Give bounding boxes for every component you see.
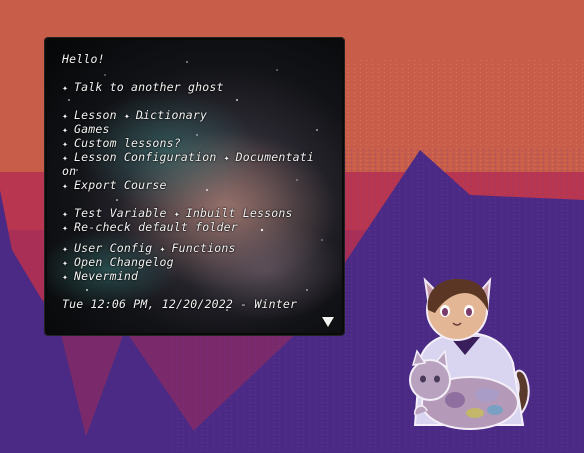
ghost-character[interactable] bbox=[395, 275, 545, 450]
star-icon: ✦ bbox=[123, 111, 131, 122]
menu-item-documentation-wrap[interactable]: on bbox=[62, 164, 314, 178]
menu-item-nevermind[interactable]: ✦ Nevermind bbox=[62, 269, 314, 283]
star-icon: ✦ bbox=[62, 272, 69, 283]
menu-item-talk[interactable]: ✦ Talk to another ghost bbox=[62, 80, 314, 94]
menu-item-games[interactable]: ✦ Games bbox=[62, 122, 314, 136]
greeting-text: Hello! bbox=[62, 52, 105, 66]
menu-item-dictionary[interactable]: ✦ Dictionary bbox=[124, 108, 207, 122]
star-icon: ✦ bbox=[62, 181, 69, 192]
speech-balloon: Hello! ✦ Talk to another ghost ✦ Lesson ✦ D… bbox=[45, 38, 344, 335]
menu-item-test-variable[interactable]: ✦ Test Variable bbox=[62, 206, 167, 220]
menu-item-open-changelog[interactable]: ✦ Open Changelog bbox=[62, 255, 314, 269]
menu-item-export-course[interactable]: ✦ Export Course bbox=[62, 178, 314, 192]
timestamp-text: Tue 12:06 PM, 12/20/2022 - Winter bbox=[62, 297, 298, 311]
menu-item-user-config[interactable]: ✦ User Config bbox=[62, 241, 152, 255]
down-triangle-icon[interactable] bbox=[322, 317, 334, 327]
menu-item-lesson-configuration[interactable]: ✦ Lesson Configuration bbox=[62, 150, 216, 164]
star-icon: ✦ bbox=[62, 83, 69, 94]
menu-item-custom-lessons[interactable]: ✦ Custom lessons? bbox=[62, 136, 314, 150]
menu-item-recheck-folder[interactable]: ✦ Re-check default folder bbox=[62, 220, 314, 234]
star-icon: ✦ bbox=[62, 223, 69, 234]
menu-item-functions[interactable]: ✦ Functions bbox=[160, 241, 236, 255]
menu-item-lesson[interactable]: ✦ Lesson bbox=[62, 108, 117, 122]
menu-item-documentation[interactable]: ✦ Documentati bbox=[224, 150, 314, 164]
menu: Hello! ✦ Talk to another ghost ✦ Lesson ✦ D… bbox=[62, 52, 314, 311]
star-icon: ✦ bbox=[223, 153, 230, 164]
menu-item-inbuilt-lessons[interactable]: ✦ Inbuilt Lessons bbox=[174, 206, 293, 220]
